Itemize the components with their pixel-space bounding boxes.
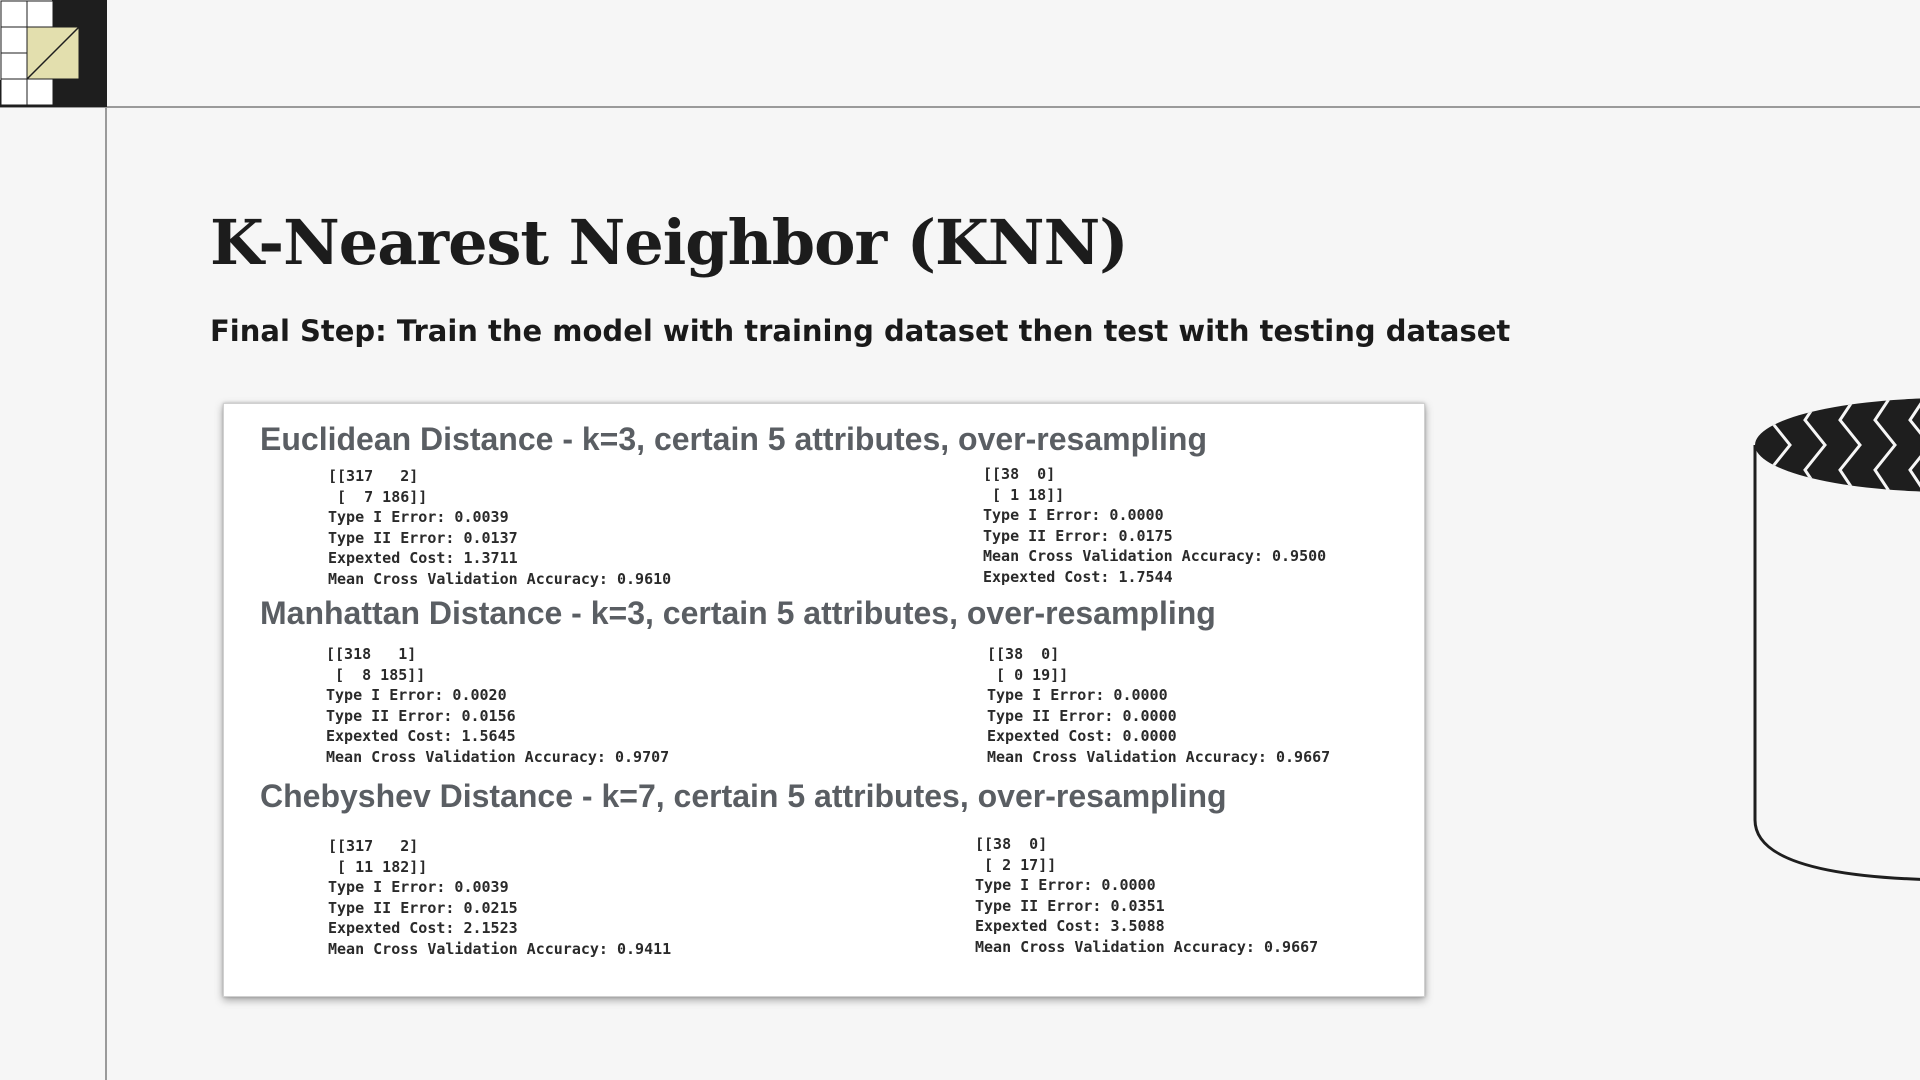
database-cylinder-icon bbox=[1753, 398, 1920, 881]
left-divider bbox=[105, 0, 107, 1080]
euclidean-train-output: [[317 2] [ 7 186]] Type I Error: 0.0039 … bbox=[328, 467, 672, 588]
chebyshev-test-output: [[38 0] [ 2 17]] Type I Error: 0.0000 Ty… bbox=[975, 835, 1319, 956]
manhattan-train-output: [[318 1] [ 8 185]] Type I Error: 0.0020 … bbox=[326, 645, 670, 766]
euclidean-heading: Euclidean Distance - k=3, certain 5 attr… bbox=[260, 421, 1207, 457]
top-divider bbox=[0, 106, 1920, 108]
knn-results-panel: Euclidean Distance - k=3, certain 5 attr… bbox=[223, 403, 1425, 997]
grid-corner-icon bbox=[0, 0, 107, 107]
euclidean-test-output: [[38 0] [ 1 18]] Type I Error: 0.0000 Ty… bbox=[983, 465, 1327, 586]
chebyshev-train-output: [[317 2] [ 11 182]] Type I Error: 0.0039… bbox=[328, 837, 672, 958]
page-subtitle: Final Step: Train the model with trainin… bbox=[210, 314, 1511, 348]
page-title: K-Nearest Neighbor (KNN) bbox=[210, 206, 1129, 279]
chebyshev-heading: Chebyshev Distance - k=7, certain 5 attr… bbox=[260, 778, 1227, 814]
manhattan-heading: Manhattan Distance - k=3, certain 5 attr… bbox=[260, 595, 1216, 631]
manhattan-test-output: [[38 0] [ 0 19]] Type I Error: 0.0000 Ty… bbox=[987, 645, 1331, 766]
